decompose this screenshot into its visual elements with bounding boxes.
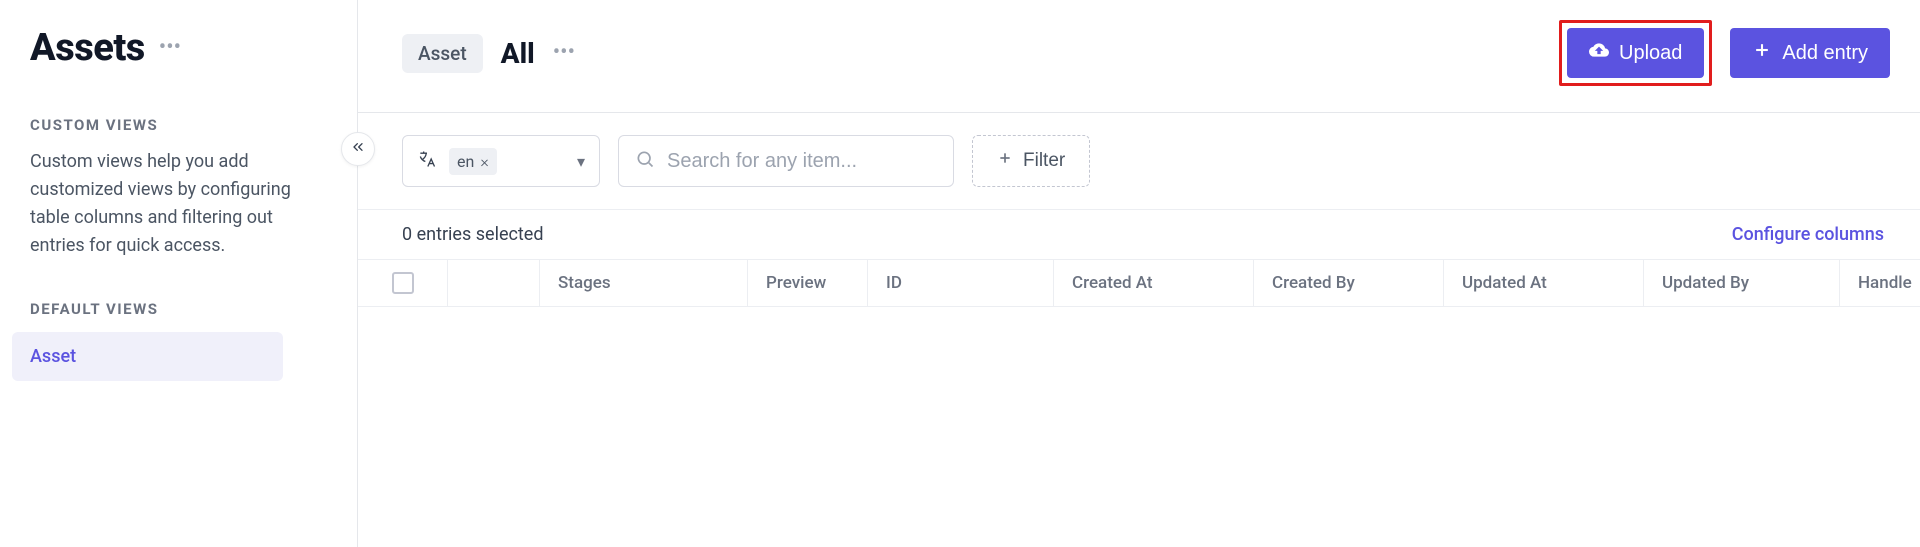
translate-icon — [417, 149, 437, 173]
table-header: Stages Preview ID Created At Created By … — [358, 259, 1920, 307]
filter-bar: en × ▾ Filter — [358, 113, 1920, 210]
sidebar-item-asset[interactable]: Asset — [12, 332, 283, 381]
list-meta: 0 entries selected Configure columns — [358, 210, 1920, 259]
model-chip[interactable]: Asset — [402, 34, 483, 73]
plus-icon — [997, 150, 1013, 172]
plus-icon — [1752, 40, 1772, 66]
search-wrap — [618, 135, 954, 187]
upload-label: Upload — [1619, 42, 1682, 65]
sidebar: Assets ••• CUSTOM VIEWS Custom views hel… — [0, 0, 358, 547]
language-chip[interactable]: en × — [449, 148, 497, 175]
id-col[interactable]: ID — [868, 260, 1054, 306]
main: Asset All ••• Upload Add entry — [358, 0, 1920, 547]
icon-col[interactable] — [448, 260, 540, 306]
handle-col[interactable]: Handle — [1840, 260, 1920, 306]
search-icon — [635, 149, 655, 173]
upload-button[interactable]: Upload — [1567, 28, 1704, 78]
remove-language-icon[interactable]: × — [480, 152, 488, 171]
updated-at-col[interactable]: Updated At — [1444, 260, 1644, 306]
created-at-col[interactable]: Created At — [1054, 260, 1254, 306]
add-entry-button[interactable]: Add entry — [1730, 28, 1890, 78]
selected-count: 0 entries selected — [402, 224, 544, 245]
preview-col[interactable]: Preview — [748, 260, 868, 306]
highlight-box: Upload — [1559, 20, 1712, 86]
sidebar-item-label: Asset — [30, 346, 76, 367]
chevron-double-left-icon — [350, 139, 366, 159]
view-more-icon[interactable]: ••• — [553, 42, 575, 64]
add-entry-label: Add entry — [1782, 42, 1868, 65]
filter-label: Filter — [1023, 150, 1065, 172]
created-by-col[interactable]: Created By — [1254, 260, 1444, 306]
custom-views-header: CUSTOM VIEWS — [30, 116, 327, 134]
language-selector[interactable]: en × ▾ — [402, 135, 600, 187]
collapse-sidebar-button[interactable] — [341, 132, 375, 166]
chevron-down-icon: ▾ — [577, 152, 585, 171]
configure-columns-link[interactable]: Configure columns — [1732, 224, 1884, 245]
default-views-header: DEFAULT VIEWS — [30, 300, 327, 318]
view-name: All — [501, 37, 535, 70]
stages-col[interactable]: Stages — [540, 260, 748, 306]
search-input[interactable] — [667, 150, 937, 173]
select-all-checkbox[interactable] — [392, 272, 414, 294]
select-all-col — [358, 260, 448, 306]
sidebar-title: Assets — [30, 26, 145, 70]
cloud-upload-icon — [1589, 40, 1609, 66]
language-chip-label: en — [457, 152, 474, 171]
topbar: Asset All ••• Upload Add entry — [358, 0, 1920, 113]
custom-views-desc: Custom views help you add customized vie… — [30, 148, 327, 260]
more-dots-icon[interactable]: ••• — [159, 37, 181, 59]
filter-button[interactable]: Filter — [972, 135, 1090, 187]
updated-by-col[interactable]: Updated By — [1644, 260, 1840, 306]
